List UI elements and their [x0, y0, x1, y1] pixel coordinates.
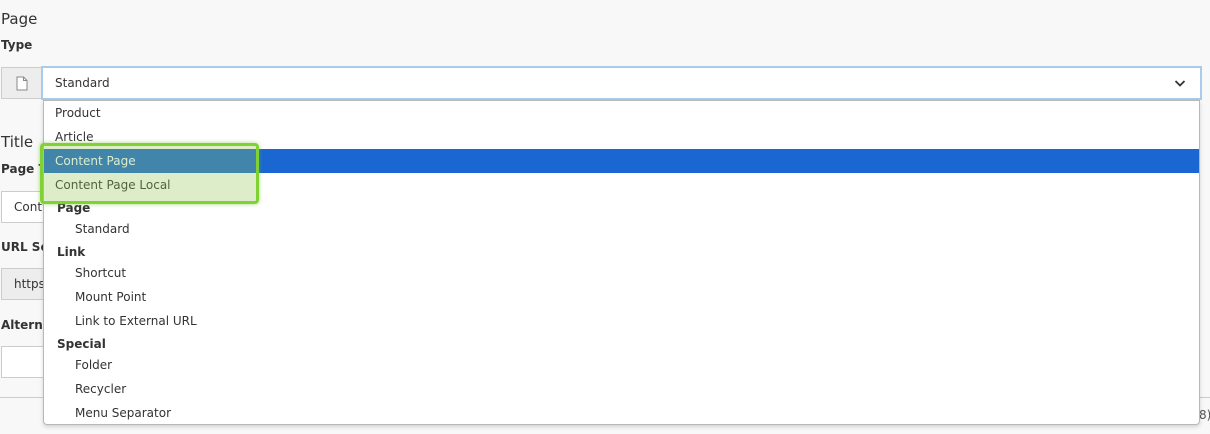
option-menu-separator[interactable]: Menu Separator — [44, 401, 1199, 424]
type-addon — [1, 67, 41, 99]
page-title-label: Page T — [1, 162, 47, 176]
alternative-title-label: Altern — [1, 318, 43, 332]
group-label-link: Link — [57, 245, 86, 259]
option-content-page-local[interactable]: Content Page Local — [44, 173, 1199, 197]
type-select-value: Standard — [55, 76, 110, 90]
option-mount-point[interactable]: Mount Point — [44, 285, 1199, 309]
page-icon — [16, 76, 27, 90]
edge-text: 8) — [1199, 408, 1210, 422]
type-select[interactable]: Standard — [41, 66, 1202, 100]
type-label: Type — [1, 38, 33, 52]
option-content-page[interactable]: Content Page — [44, 149, 1199, 173]
option-recycler[interactable]: Recycler — [44, 377, 1199, 401]
option-link-to-external-url[interactable]: Link to External URL — [44, 309, 1199, 333]
option-standard[interactable]: Standard — [44, 217, 1199, 241]
section-heading-page: Page — [1, 10, 38, 28]
section-heading-title: Title — [1, 133, 34, 151]
option-product[interactable]: Product — [44, 101, 1199, 125]
option-folder[interactable]: Folder — [44, 353, 1199, 377]
type-dropdown-list[interactable]: Product Article Content Page Content Pag… — [43, 100, 1200, 425]
option-shortcut[interactable]: Shortcut — [44, 261, 1199, 285]
group-label-page: Page — [57, 201, 91, 215]
url-segment-label: URL Se — [1, 240, 49, 254]
chevron-down-icon[interactable] — [1174, 77, 1186, 89]
option-article[interactable]: Article — [44, 125, 1199, 149]
group-label-special: Special — [57, 337, 106, 351]
